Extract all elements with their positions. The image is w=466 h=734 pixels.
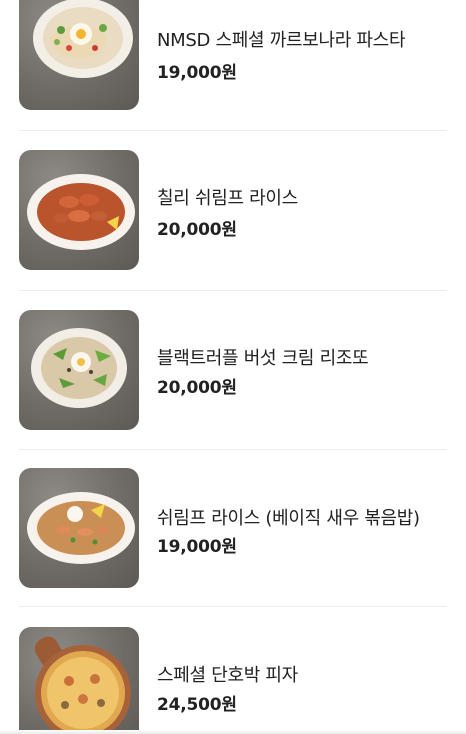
bottom-edge-shadow [0, 730, 466, 734]
menu-item-name: 스페셜 단호박 피자 [157, 665, 298, 686]
divider [19, 606, 447, 607]
chili-shrimp-rice-photo [19, 150, 139, 270]
carbonara-pasta-photo [19, 0, 139, 110]
menu-item-pumpkin-pizza[interactable]: 스페셜 단호박 피자 24,500원 [0, 627, 466, 734]
pumpkin-pizza-photo [19, 627, 139, 734]
divider [19, 449, 447, 450]
menu-item-price: 20,000원 [157, 220, 237, 240]
menu-item-truffle-risotto[interactable]: 블랙트러플 버섯 크림 리조또 20,000원 [0, 310, 466, 430]
menu-item-name: 블랙트러플 버섯 크림 리조또 [157, 348, 369, 369]
menu-item-price: 20,000원 [157, 378, 237, 398]
menu-item-shrimp-fried-rice[interactable]: 쉬림프 라이스 (베이직 새우 볶음밥) 19,000원 [0, 468, 466, 588]
menu-item-chili-shrimp-rice[interactable]: 칠리 쉬림프 라이스 20,000원 [0, 150, 466, 270]
divider [19, 130, 447, 131]
menu-item-name: NMSD 스페셜 까르보나라 파스타 [157, 30, 406, 51]
menu-item-price: 24,500원 [157, 695, 237, 715]
shrimp-fried-rice-photo [19, 468, 139, 588]
menu-item-price: 19,000원 [157, 63, 237, 83]
menu-item-price: 19,000원 [157, 537, 237, 557]
menu-item-name: 쉬림프 라이스 (베이직 새우 볶음밥) [157, 508, 420, 529]
menu-item-carbonara[interactable]: NMSD 스페셜 까르보나라 파스타 19,000원 [0, 0, 466, 110]
divider [19, 290, 447, 291]
truffle-risotto-photo [19, 310, 139, 430]
menu-item-name: 칠리 쉬림프 라이스 [157, 188, 298, 209]
